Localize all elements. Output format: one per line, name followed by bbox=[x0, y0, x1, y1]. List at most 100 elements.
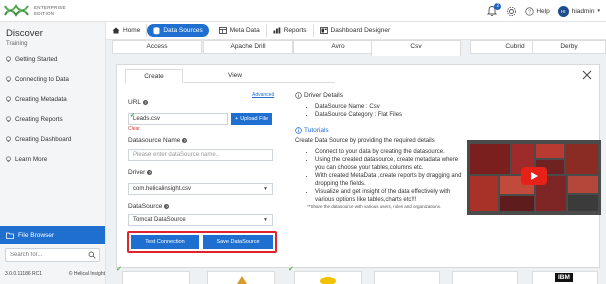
info-icon: ? bbox=[164, 204, 170, 209]
user-menu[interactable]: HI hiadmin ▾ bbox=[557, 5, 600, 17]
dashboard-icon bbox=[319, 27, 328, 34]
tutorials-text: Tutorials bbox=[304, 127, 329, 134]
url-field-value: Leads.csv bbox=[133, 116, 161, 122]
folder-icon bbox=[6, 232, 14, 239]
table-icon bbox=[218, 27, 227, 34]
datasource-label-text: DataSource bbox=[128, 203, 163, 210]
save-datasource-button[interactable]: Save DataSource bbox=[203, 235, 273, 249]
datasource-tile[interactable] bbox=[452, 271, 518, 284]
driver-select[interactable]: com.helicalinsight.csv ▼ bbox=[128, 183, 273, 195]
datasource-tile-row: Access Apache Drill Avro Csv Cubrid Derb… bbox=[112, 40, 606, 56]
copyright-text: © Helical Insight bbox=[68, 271, 105, 277]
search-input[interactable] bbox=[6, 249, 86, 261]
datasource-select[interactable]: Tomcat DataSource ▼ bbox=[128, 214, 273, 226]
check-icon: ✔ bbox=[116, 266, 122, 273]
logo-line1: ENTERPRISE bbox=[34, 5, 66, 10]
upload-file-label: Upload File bbox=[240, 116, 269, 122]
settings-gear-icon[interactable] bbox=[506, 6, 517, 17]
logo-line2: EDITION bbox=[34, 10, 55, 16]
test-connection-button[interactable]: Test Connection bbox=[131, 235, 199, 249]
datasource-tile[interactable] bbox=[294, 271, 362, 284]
datasource-logo-icon bbox=[320, 277, 336, 284]
panel-tabs: Create View bbox=[125, 69, 335, 83]
sidebar-item-getting-started[interactable]: Getting Started bbox=[5, 54, 57, 64]
upload-file-button[interactable]: + Upload File bbox=[231, 113, 272, 125]
nav-home-label: Home bbox=[123, 27, 141, 34]
lightbulb-icon bbox=[6, 135, 11, 142]
sidebar-footer: 3.0.0.11186 RC1 © Helical Insight bbox=[5, 271, 105, 277]
svg-text:?: ? bbox=[528, 9, 531, 15]
logo[interactable]: ENTERPRISE EDITION bbox=[4, 3, 102, 19]
search-icon[interactable] bbox=[88, 251, 96, 259]
advanced-link[interactable]: Advanced bbox=[252, 92, 274, 98]
helical-dna-icon bbox=[4, 4, 29, 17]
plus-icon: + bbox=[234, 116, 239, 122]
datasource-tile-access[interactable]: Access bbox=[112, 40, 202, 54]
file-browser-label: File Browser bbox=[18, 231, 55, 239]
sidebar-item-label: Creating Reports bbox=[15, 115, 63, 123]
nav-dashboard-designer-label: Dashboard Designer bbox=[330, 27, 391, 34]
logo-text: ENTERPRISE EDITION bbox=[34, 5, 66, 16]
datasource-tile[interactable] bbox=[374, 271, 440, 284]
datasource-tile-ibm[interactable]: IBM bbox=[532, 271, 598, 284]
sidebar-item-creating-metadata[interactable]: Creating Metadata bbox=[5, 94, 67, 104]
url-label-text: URL bbox=[128, 99, 142, 106]
sidebar-item-label: Learn More bbox=[15, 155, 48, 163]
nav-reports[interactable]: Reports bbox=[267, 24, 314, 37]
notifications-button[interactable]: 2 bbox=[486, 3, 502, 17]
chevron-down-icon: ▼ bbox=[263, 217, 268, 223]
sidebar-search bbox=[5, 248, 100, 262]
play-icon bbox=[521, 167, 547, 185]
nav-data-sources-label: Data Sources bbox=[163, 27, 203, 34]
driver-details-text: Driver Details bbox=[304, 92, 344, 99]
sidebar-item-learn-more[interactable]: Learn More bbox=[5, 154, 47, 164]
home-icon bbox=[112, 27, 120, 34]
tab-create[interactable]: Create bbox=[125, 69, 183, 83]
url-field[interactable]: ✔ Leads.csv bbox=[128, 113, 228, 125]
tutorials-intro: Create Data Source by providing the requ… bbox=[295, 138, 435, 144]
datasource-logo-icon bbox=[237, 276, 247, 284]
bar-chart-icon bbox=[273, 27, 281, 34]
datasource-tile-apache-drill[interactable]: Apache Drill bbox=[203, 40, 293, 54]
info-icon: ? bbox=[143, 100, 149, 105]
chevron-down-icon: ▾ bbox=[597, 8, 600, 14]
top-bar: ENTERPRISE EDITION 2 ? Help HI hiadmin ▾ bbox=[0, 0, 606, 22]
tutorials-list: Connect to your data by creating the dat… bbox=[307, 148, 465, 210]
sidebar-item-label: Creating Dashboard bbox=[15, 135, 72, 143]
datasource-tile-derby[interactable]: Derby bbox=[532, 40, 606, 54]
version-text: 3.0.0.11186 RC1 bbox=[5, 271, 43, 277]
tab-view[interactable]: View bbox=[213, 69, 257, 83]
datasource-select-value: Tomcat DataSource bbox=[133, 217, 186, 223]
user-name: hiadmin bbox=[571, 7, 595, 15]
datasource-tile[interactable] bbox=[207, 271, 275, 284]
datasource-tile-csv[interactable]: Csv bbox=[371, 40, 461, 56]
info-icon: ? bbox=[147, 170, 153, 175]
datasource-tile-avro[interactable]: Avro bbox=[293, 40, 383, 54]
sidebar-subtitle: Training bbox=[6, 41, 28, 47]
help-button[interactable]: ? Help bbox=[525, 6, 550, 16]
nav-meta-data[interactable]: Meta Data bbox=[213, 24, 267, 37]
nav-dashboard-designer[interactable]: Dashboard Designer bbox=[314, 24, 397, 37]
lightbulb-icon bbox=[6, 55, 11, 62]
nav-home[interactable]: Home bbox=[106, 24, 148, 37]
share-note: **Share the datasource with various user… bbox=[307, 204, 442, 209]
tutorial-bullet: With created MetaData ,create reports by… bbox=[315, 172, 465, 188]
datasource-panel: Create View Advanced URL ? ✔ Leads.csv +… bbox=[116, 64, 601, 268]
tutorial-video[interactable] bbox=[467, 140, 601, 215]
clear-link[interactable]: Clear bbox=[128, 126, 140, 132]
datasource-tile[interactable] bbox=[122, 271, 190, 284]
driver-label-text: Driver bbox=[128, 169, 146, 176]
sidebar-item-creating-dashboard[interactable]: Creating Dashboard bbox=[5, 134, 71, 144]
chevron-down-icon: ▼ bbox=[263, 186, 268, 192]
sidebar-item-connecting-to-data[interactable]: Connecting to Data bbox=[5, 74, 69, 84]
tutorial-bullet: Connect to your data by creating the dat… bbox=[315, 148, 465, 156]
file-browser-button[interactable]: File Browser bbox=[0, 226, 105, 244]
sidebar-item-creating-reports[interactable]: Creating Reports bbox=[5, 114, 63, 124]
datasource-name-field[interactable]: Please enter dataSource name.. bbox=[128, 149, 273, 161]
driver-label: Driver ? bbox=[128, 169, 153, 176]
nav-data-sources[interactable]: Data Sources bbox=[147, 24, 209, 37]
sidebar-title: Discover bbox=[6, 28, 43, 39]
close-icon[interactable] bbox=[581, 69, 593, 81]
driver-details-list: DataSource Name : Csv DataSource Categor… bbox=[307, 103, 457, 119]
ibm-logo: IBM bbox=[555, 273, 573, 282]
